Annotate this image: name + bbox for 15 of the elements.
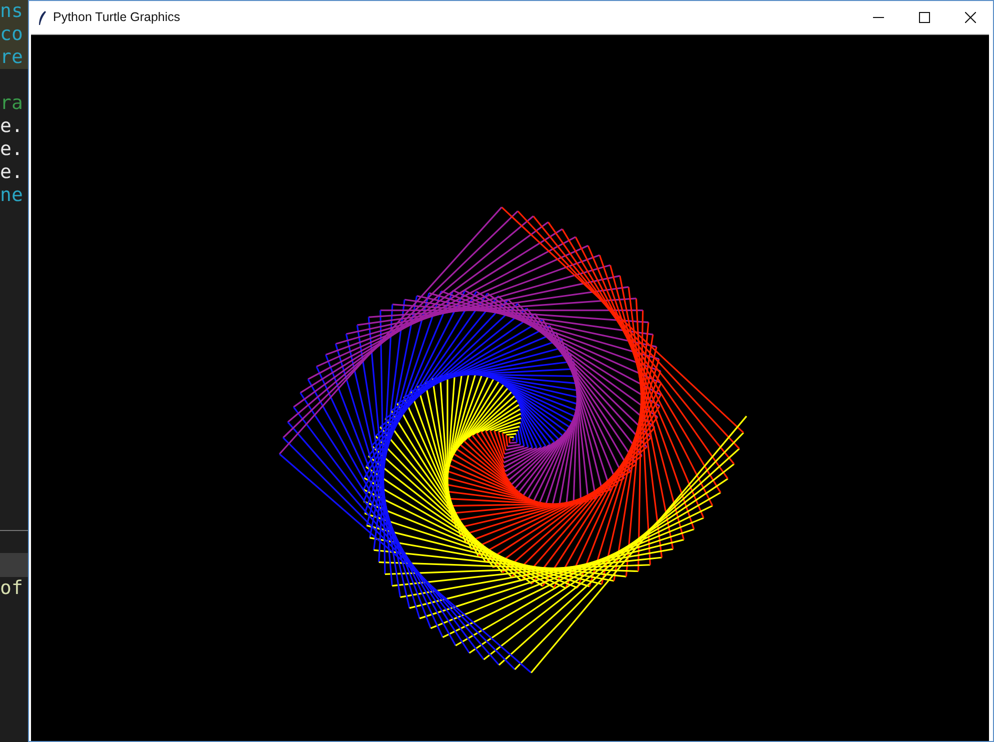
code-text: e. (0, 138, 23, 161)
window-title: Python Turtle Graphics (53, 9, 180, 26)
code-text: co (0, 23, 23, 46)
minimize-icon (872, 17, 884, 18)
close-icon (964, 12, 976, 23)
code-text: ra (0, 92, 23, 115)
feather-icon (37, 10, 47, 26)
code-text: e. (0, 115, 23, 138)
code-text: ns (0, 0, 23, 23)
console-text: of (0, 577, 23, 600)
code-text: re (0, 46, 23, 69)
maximize-icon (918, 12, 930, 23)
code-text: ne (0, 184, 23, 207)
code-text: e. (0, 161, 23, 184)
console-input-bar (0, 553, 28, 577)
